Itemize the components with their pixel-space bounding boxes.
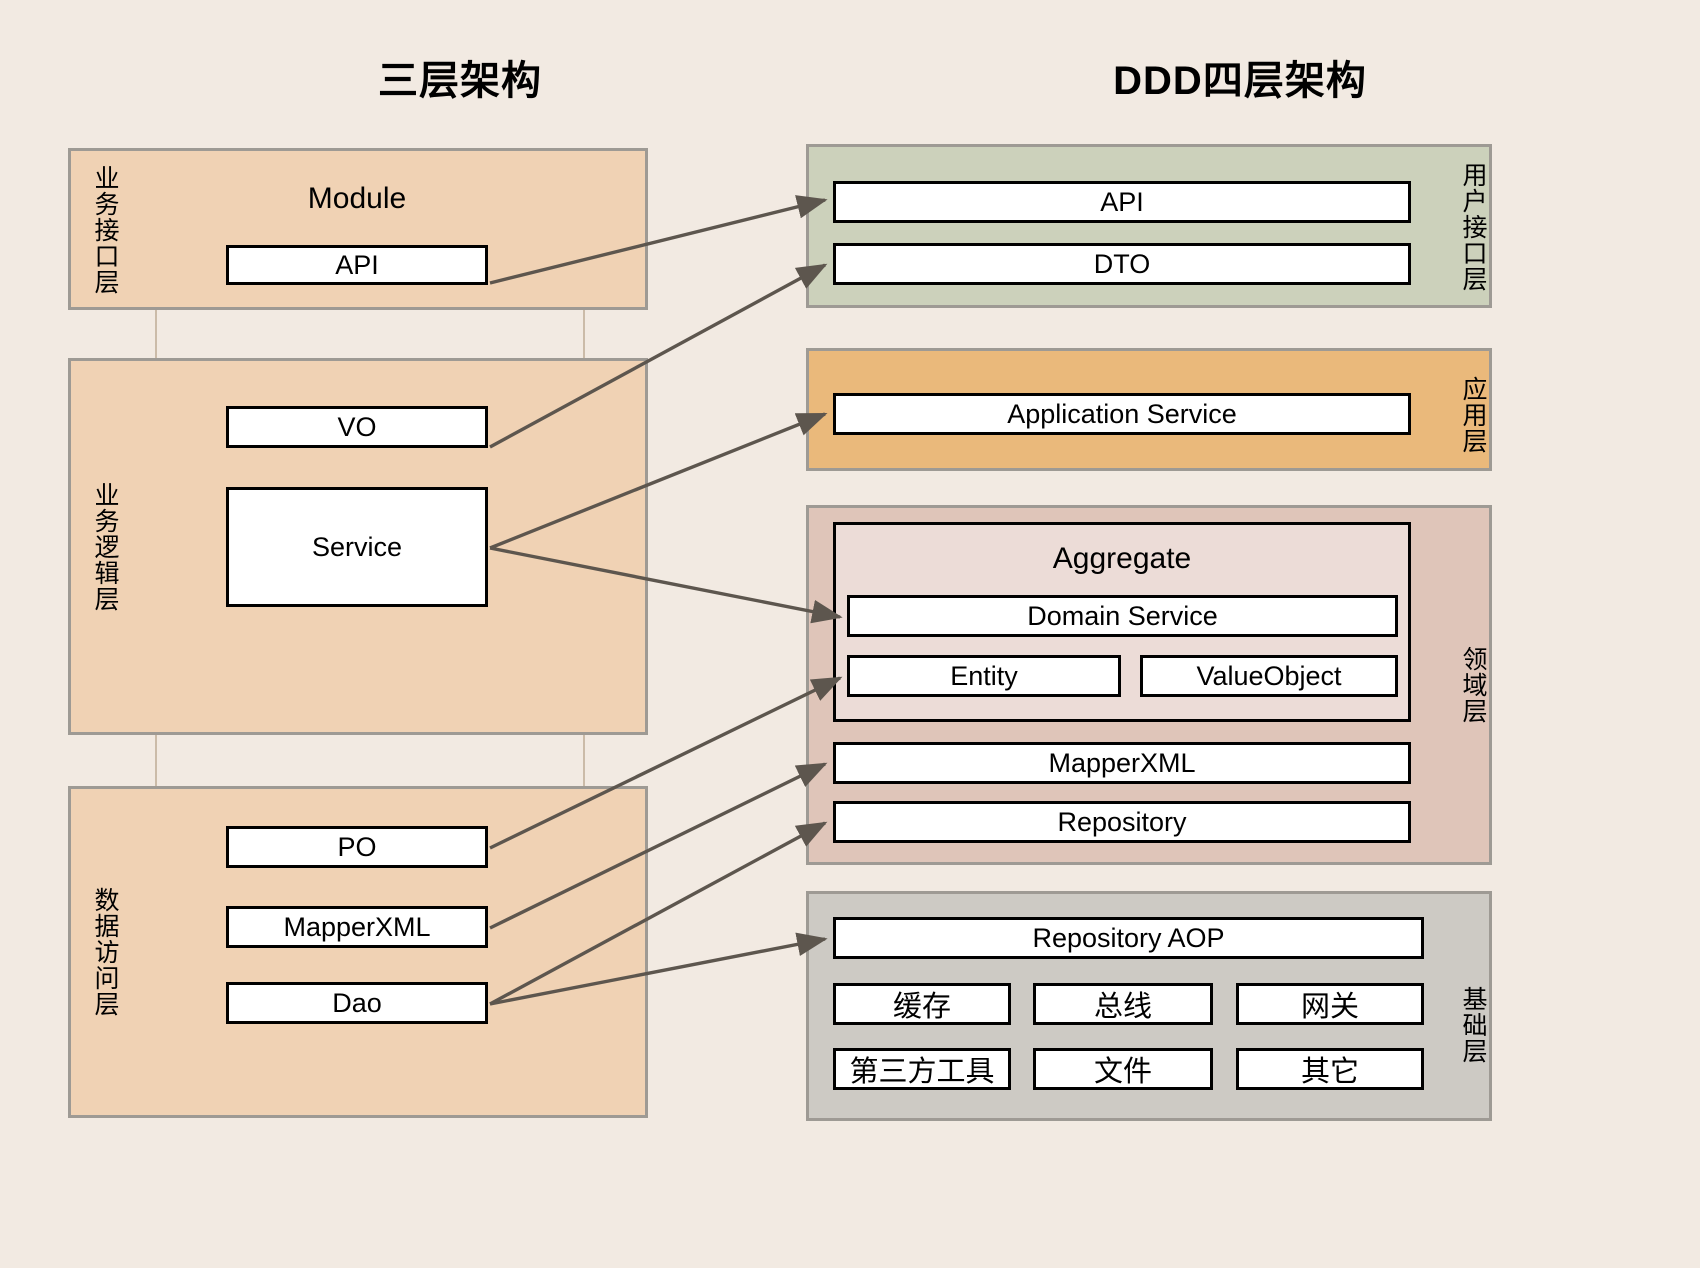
right-box-repository[interactable]: Repository bbox=[833, 801, 1411, 843]
left-box-po[interactable]: PO bbox=[226, 826, 488, 868]
right-layer-application-label: 应用层 bbox=[1459, 376, 1487, 454]
application-service-label: Application Service bbox=[1007, 398, 1237, 429]
right-box-mapperxml[interactable]: MapperXML bbox=[833, 742, 1411, 784]
right-box-gateway[interactable]: 网关 bbox=[1236, 983, 1424, 1025]
left-box-dao[interactable]: Dao bbox=[226, 982, 488, 1024]
left-layer-business-interface bbox=[68, 148, 648, 310]
right-box-domain-service[interactable]: Domain Service bbox=[847, 595, 1398, 637]
diagram-canvas: 三层架构 DDD四层架构 业务接口层 Module API 业务逻辑层 VO S… bbox=[0, 0, 1700, 1268]
aggregate-label: Aggregate bbox=[1052, 542, 1192, 575]
right-box-cache[interactable]: 缓存 bbox=[833, 983, 1011, 1025]
right-box-file[interactable]: 文件 bbox=[1033, 1048, 1213, 1090]
left-diagram-title: 三层架构 bbox=[378, 59, 542, 103]
left-box-api[interactable]: API bbox=[226, 245, 488, 285]
module-label: Module bbox=[307, 182, 407, 215]
right-layer-user-interface-label: 用户接口层 bbox=[1459, 162, 1487, 292]
right-box-dto[interactable]: DTO bbox=[833, 243, 1411, 285]
left-layer-business-interface-label: 业务接口层 bbox=[91, 165, 119, 295]
left-layer-data-access-label: 数据访问层 bbox=[91, 887, 119, 1017]
right-box-entity[interactable]: Entity bbox=[847, 655, 1121, 697]
left-box-mapperxml[interactable]: MapperXML bbox=[226, 906, 488, 948]
right-layer-infrastructure-label: 基础层 bbox=[1459, 986, 1487, 1064]
right-layer-domain-label: 领域层 bbox=[1459, 646, 1487, 724]
left-box-vo[interactable]: VO bbox=[226, 406, 488, 448]
left-box-service[interactable]: Service bbox=[226, 487, 488, 607]
right-box-other[interactable]: 其它 bbox=[1236, 1048, 1424, 1090]
left-layer-business-logic-label: 业务逻辑层 bbox=[91, 482, 119, 612]
right-box-repository-aop[interactable]: Repository AOP bbox=[833, 917, 1424, 959]
right-box-application-service[interactable]: Application Service bbox=[833, 393, 1411, 435]
right-box-bus[interactable]: 总线 bbox=[1033, 983, 1213, 1025]
right-diagram-title: DDD四层架构 bbox=[1113, 59, 1367, 103]
right-box-api[interactable]: API bbox=[833, 181, 1411, 223]
right-box-valueobject[interactable]: ValueObject bbox=[1140, 655, 1398, 697]
right-box-third-party-tools[interactable]: 第三方工具 bbox=[833, 1048, 1011, 1090]
